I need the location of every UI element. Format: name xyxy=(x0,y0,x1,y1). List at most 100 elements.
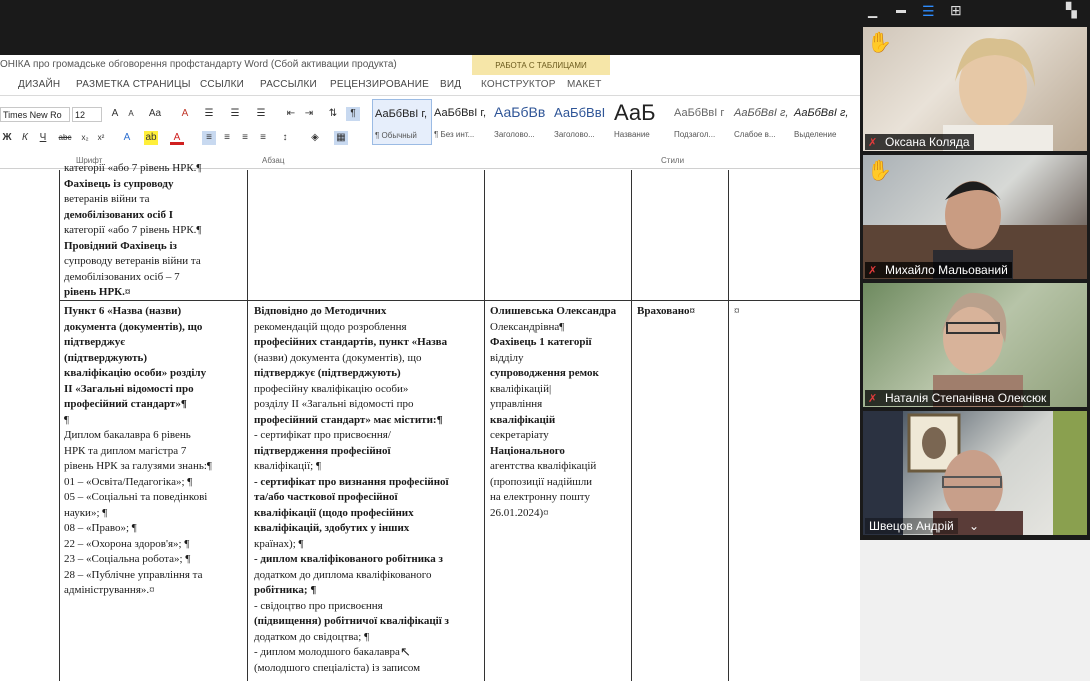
raised-hand-icon: ✋ xyxy=(867,160,892,182)
cell-line: демобілізованих осіб І xyxy=(64,208,173,221)
tab-table-design[interactable]: КОНСТРУКТОР xyxy=(481,79,556,90)
italic-icon[interactable]: К xyxy=(18,131,32,145)
bold-icon[interactable]: Ж xyxy=(0,131,14,145)
participant-name: Швецов Андрій xyxy=(865,518,958,534)
clear-formatting-icon[interactable]: A xyxy=(178,107,192,121)
minus-icon[interactable]: ▁ xyxy=(868,4,877,18)
minimize-video-icon[interactable]: ▬ xyxy=(896,5,906,16)
cell-line: Фахівець 1 категорії xyxy=(490,336,592,348)
empty-background xyxy=(860,540,1090,681)
align-left-icon[interactable]: ≡ xyxy=(202,131,216,145)
participant-video xyxy=(863,411,1087,535)
side-panel-icon[interactable]: ▚ xyxy=(1066,2,1077,19)
raised-hand-icon: ✋ xyxy=(867,32,892,54)
mic-muted-icon: ✗ xyxy=(868,265,878,277)
cell-line: (підвищення) робітничої кваліфікації з xyxy=(254,615,449,627)
shading-icon[interactable]: ◈ xyxy=(308,131,322,145)
align-center-icon[interactable]: ≡ xyxy=(220,131,234,145)
participant-name-text: Михайло Мальований xyxy=(885,263,1008,277)
style-subtle-emphasis[interactable]: АаБбВвІ г, Слабое в... xyxy=(732,99,790,143)
increase-indent-icon[interactable]: ⇥ xyxy=(302,107,316,121)
table-cell-previous-row[interactable]: категорії «або 7 рівень НРК.¶ Фахівець і… xyxy=(64,161,246,301)
style-name: Заголово... xyxy=(494,130,535,139)
table-cell-status[interactable]: Враховано¤ xyxy=(637,304,727,320)
participant-name: Оксана Коляда xyxy=(865,134,974,150)
cell-line: Олишевська Олександра xyxy=(490,305,617,317)
cell-line: 01 – «Освіта/Педагогіка»; ¶ xyxy=(64,475,193,488)
show-marks-icon[interactable]: ¶ xyxy=(346,107,360,121)
tab-mailings[interactable]: РАССЫЛКИ xyxy=(260,79,317,90)
participant-tile[interactable]: ✋ Оксана Коляда ✗ xyxy=(863,27,1087,151)
style-normal[interactable]: АаБбВвІ г, ¶ Обычный xyxy=(372,99,432,145)
mic-muted-icon: ✗ xyxy=(868,393,878,405)
cell-line: супроводження ремок xyxy=(490,367,599,379)
strikethrough-icon[interactable]: abc xyxy=(58,131,72,145)
cell-line: на електронну пошту xyxy=(490,491,590,503)
style-sample: АаБбВвІ г xyxy=(674,107,725,119)
chevron-down-icon[interactable]: ⌄ xyxy=(969,519,979,533)
tab-design[interactable]: ДИЗАЙН xyxy=(18,79,60,90)
numbering-icon[interactable]: ☰ xyxy=(228,107,242,121)
multilevel-list-icon[interactable]: ☰ xyxy=(254,107,268,121)
borders-icon[interactable]: ▦ xyxy=(334,131,348,145)
cell-line: підтвердження професійної xyxy=(254,444,391,457)
participant-tile[interactable]: ✋ Михайло Мальований ✗ xyxy=(863,155,1087,279)
font-name-combo[interactable]: Times New Ro xyxy=(0,107,70,122)
text-effects-icon[interactable]: A xyxy=(120,131,134,145)
style-emphasis[interactable]: АаБбВвІ г, Выделение xyxy=(792,99,850,143)
mouse-cursor-icon: ↖ xyxy=(400,644,411,659)
superscript-icon[interactable]: x² xyxy=(94,131,108,145)
participant-name-text: Швецов Андрій xyxy=(869,519,954,533)
style-heading-2[interactable]: АаБбВвІ Заголово... xyxy=(552,99,610,143)
font-color-icon[interactable]: A xyxy=(170,131,184,145)
line-spacing-icon[interactable]: ↕ xyxy=(278,131,292,145)
cell-line: документа (документів), що xyxy=(64,320,203,333)
table-cell-author[interactable]: Олишевська Олександра Олександрівна¶ Фах… xyxy=(490,304,630,521)
mic-muted-icon: ✗ xyxy=(868,137,878,149)
change-case-icon[interactable]: Aa xyxy=(148,107,162,121)
style-sample: АаБбВвІ xyxy=(554,105,606,120)
align-right-icon[interactable]: ≡ xyxy=(238,131,252,145)
bullets-icon[interactable]: ☰ xyxy=(202,107,216,121)
cell-line: II «Загальні відомості про xyxy=(64,382,194,395)
style-heading-1[interactable]: АаБбВв Заголово... xyxy=(492,99,550,143)
participant-video xyxy=(943,38,1053,151)
speaker-view-icon[interactable]: ☰ xyxy=(922,3,935,20)
underline-icon[interactable]: Ч xyxy=(36,131,50,145)
tab-references[interactable]: ССЫЛКИ xyxy=(200,79,244,90)
tab-view[interactable]: ВИД xyxy=(440,79,461,90)
style-no-spacing[interactable]: АаБбВвІ г, ¶ Без инт... xyxy=(432,99,490,143)
cell-line: категорії «або 7 рівень НРК.¶ xyxy=(64,162,202,174)
participant-name: Наталія Степанівна Олексюк xyxy=(865,390,1051,406)
shrink-font-icon[interactable]: A xyxy=(124,107,138,121)
participant-name-text: Наталія Степанівна Олексюк xyxy=(885,391,1047,405)
participant-tile[interactable]: Наталія Степанівна Олексюк ✗ xyxy=(863,283,1087,407)
sort-icon[interactable]: ⇅ xyxy=(326,107,340,121)
style-title[interactable]: АаБ Название xyxy=(612,99,670,143)
table-cell-comment[interactable]: ¤ xyxy=(734,304,854,320)
cell-line: секретаріату xyxy=(490,429,549,441)
ribbon-tabs: ДИЗАЙН РАЗМЕТКА СТРАНИЦЫ ССЫЛКИ РАССЫЛКИ… xyxy=(0,75,860,96)
tab-page-layout[interactable]: РАЗМЕТКА СТРАНИЦЫ xyxy=(76,79,191,90)
style-name: Слабое в... xyxy=(734,130,776,139)
participant-video xyxy=(933,292,1023,407)
justify-icon[interactable]: ≡ xyxy=(256,131,270,145)
cell-line: категорії «або 7 рівень НРК.¶ xyxy=(64,224,202,236)
decrease-indent-icon[interactable]: ⇤ xyxy=(284,107,298,121)
cell-line: кваліфікації; ¶ xyxy=(254,460,321,472)
table-cell-proposal-text[interactable]: Відповідно до Методичних рекомендацій що… xyxy=(254,304,482,676)
cell-line: управління xyxy=(490,398,543,410)
font-size-combo[interactable]: 12 xyxy=(72,107,102,122)
table-cell-proposal-item[interactable]: Пункт 6 «Назва (назви) документа (докуме… xyxy=(64,304,246,599)
grow-font-icon[interactable]: A xyxy=(108,107,122,121)
style-name: Заголово... xyxy=(554,130,595,139)
tab-table-layout[interactable]: МАКЕТ xyxy=(567,79,602,90)
cell-line: супроводу ветеранів війни та xyxy=(64,255,201,267)
participant-tile[interactable]: Швецов Андрій ⌄ xyxy=(863,411,1087,535)
style-subtitle[interactable]: АаБбВвІ г Подзагол... xyxy=(672,99,730,143)
highlight-icon[interactable]: ab xyxy=(144,131,158,145)
grid-view-icon[interactable]: ⊞ xyxy=(950,2,962,19)
tab-review[interactable]: РЕЦЕНЗИРОВАНИЕ xyxy=(330,79,429,90)
subscript-icon[interactable]: x₂ xyxy=(78,131,92,145)
cell-line: (молодшого спеціаліста) із записом xyxy=(254,661,421,674)
